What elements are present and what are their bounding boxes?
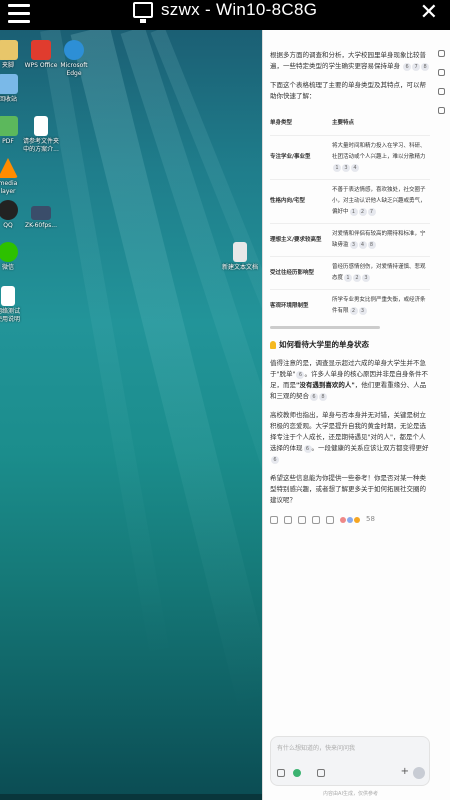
expand-icon[interactable] bbox=[438, 50, 445, 57]
table-scrollbar[interactable] bbox=[270, 326, 380, 329]
side-toolbar bbox=[438, 50, 448, 126]
recycle-bin-icon bbox=[0, 74, 18, 94]
desktop-icon-edge[interactable]: Microsoft Edge bbox=[44, 40, 104, 78]
source-avatars[interactable] bbox=[340, 516, 360, 523]
share-icon[interactable] bbox=[312, 515, 320, 524]
citation-badge[interactable]: 6 bbox=[403, 63, 412, 71]
image-icon[interactable] bbox=[277, 769, 285, 777]
table-row: 受过往经历影响型 曾经历感情创伤，对爱情持谨慎、悲观态度 1 2 3 bbox=[270, 256, 430, 290]
citation-badge[interactable]: 8 bbox=[421, 63, 430, 71]
model-selector-icon[interactable] bbox=[293, 769, 301, 777]
input-toolbar: + bbox=[277, 766, 425, 779]
grid-icon[interactable] bbox=[317, 769, 325, 777]
regenerate-icon[interactable] bbox=[326, 515, 334, 524]
monitor-icon bbox=[133, 2, 153, 23]
pdf-icon bbox=[0, 116, 18, 136]
table-row: 专注学业/事业型 将大量时间和精力投入在学习、科研、社团活动或个人兴趣上，难以分… bbox=[270, 135, 430, 180]
desktop-icon-newtext[interactable]: 新建文本文档 bbox=[210, 242, 262, 272]
message-actions: 58 bbox=[270, 514, 430, 525]
document-icon bbox=[1, 286, 15, 306]
citation-badge[interactable]: 7 bbox=[412, 63, 421, 71]
close-icon[interactable]: ✕ bbox=[420, 0, 438, 25]
table-row: 性格内向/宅型 不善于表达情感，喜欢独处，社交圈子小，对主动认识他人缺乏兴趣或勇… bbox=[270, 179, 430, 224]
share-icon[interactable] bbox=[438, 107, 445, 114]
table-intro: 下面这个表格梳理了主要的单身类型及其特点，可以帮助你快速了解： bbox=[270, 81, 426, 100]
desktop-icon-media[interactable]: media layer bbox=[0, 158, 38, 196]
thumbs-up-icon[interactable] bbox=[284, 515, 292, 524]
desktop-icon-pdf[interactable]: PDF bbox=[0, 116, 38, 146]
desktop-area[interactable]: 夹脚 WPS Office Microsoft Edge 回收站 请参考文件夹 … bbox=[0, 30, 262, 800]
hamburger-menu-icon[interactable] bbox=[8, 4, 30, 24]
plus-icon[interactable]: + bbox=[401, 766, 409, 777]
intro-paragraph: 根据多方面的调查和分析，大学校园里单身现象比较普遍，一些特定类型的学生确实更容易… bbox=[270, 50, 430, 72]
send-button[interactable] bbox=[413, 767, 425, 779]
lightbulb-icon bbox=[270, 340, 276, 349]
window-title: szwx - Win10-8C8G bbox=[161, 0, 318, 19]
desktop-icon-recycle-bin[interactable]: 回收站 bbox=[0, 74, 38, 104]
paragraph-1: 值得注意的是，调查显示超过六成的单身大学生并不急于"脱单" 6 。许多人单身的核心原… bbox=[270, 359, 428, 401]
taskbar-edge bbox=[0, 794, 262, 800]
history-icon[interactable] bbox=[438, 69, 445, 76]
table-row: 理想主义/要求较高型 对爱情和伴侣有较高的期待和标准，宁缺毋滥 3 4 8 bbox=[270, 223, 430, 257]
desktop-icon-wechat[interactable]: 微信 bbox=[0, 242, 38, 272]
singles-type-table: 单身类型 主要特点 专注学业/事业型 将大量时间和精力投入在学习、科研、社团活动… bbox=[270, 110, 430, 322]
chat-panel: 根据多方面的调查和分析，大学校园里单身现象比较普遍，一些特定类型的学生确实更容易… bbox=[262, 30, 450, 800]
section-heading: 如何看待大学里的单身状态 bbox=[270, 339, 430, 350]
source-count: 58 bbox=[366, 515, 375, 523]
remote-toolbar: szwx - Win10-8C8G ✕ bbox=[0, 0, 450, 30]
wechat-icon bbox=[0, 242, 18, 262]
chat-input-placeholder[interactable]: 有什么想知道的，快来问问我 bbox=[277, 743, 355, 752]
desktop-icon-zk[interactable]: ZK-60fps... bbox=[11, 206, 71, 230]
copy-icon[interactable] bbox=[270, 515, 278, 524]
favorite-icon[interactable] bbox=[438, 88, 445, 95]
thumbs-down-icon[interactable] bbox=[298, 515, 306, 524]
paragraph-3: 希望这些信息能为你提供一些参考！你是否对某一种类型特别感兴趣，或者想了解更多关于… bbox=[270, 474, 426, 504]
paragraph-2: 高校教师也指出，单身与否本身并无对错，关键是树立积极的恋爱观。大学是提升自我的黄… bbox=[270, 411, 429, 464]
app-icon bbox=[31, 206, 51, 220]
text-file-icon bbox=[233, 242, 247, 262]
edge-icon bbox=[64, 40, 84, 60]
ai-disclaimer: 内容由AI生成，仅供参考 bbox=[323, 791, 378, 797]
desktop-icon-nettest[interactable]: 网络测试 使用说明 bbox=[0, 286, 38, 324]
chat-input-box[interactable]: 有什么想知道的，快来问问我 + bbox=[270, 736, 430, 786]
vlc-icon bbox=[0, 158, 18, 178]
chat-message: 根据多方面的调查和分析，大学校园里单身现象比较普遍，一些特定类型的学生确实更容易… bbox=[270, 50, 430, 525]
table-header-features: 主要特点 bbox=[332, 120, 355, 126]
table-row: 客观环境限制型 所学专业男女比例严重失衡，或经济条件有限 2 3 bbox=[270, 289, 430, 322]
table-header-type: 单身类型 bbox=[270, 120, 293, 126]
